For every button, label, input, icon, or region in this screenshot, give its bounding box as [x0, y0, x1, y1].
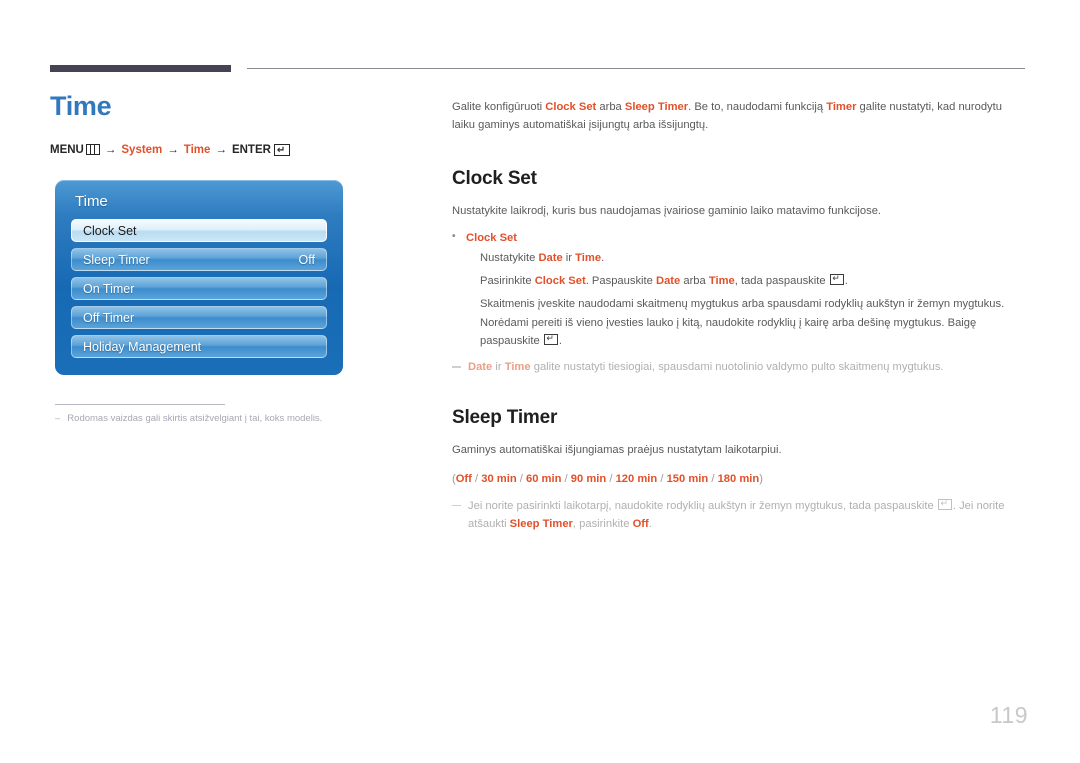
line2-term-date: Date	[655, 275, 681, 288]
note-text-a: Jei norite pasirinkti laikotarpį, naudok…	[468, 499, 937, 512]
osd-row-on-timer[interactable]: On Timer	[71, 277, 327, 300]
option-sep-1: /	[471, 472, 482, 485]
footnote-divider	[55, 404, 225, 405]
osd-row-label: On Timer	[83, 281, 135, 296]
intro-term-timer: Timer	[826, 101, 857, 113]
breadcrumb-item-system: System	[121, 143, 163, 156]
osd-panel-title: Time	[75, 193, 108, 210]
osd-menu-panel: Time Clock Set Sleep Timer Off On Timer …	[55, 180, 343, 375]
breadcrumb-arrow-3: →	[215, 143, 227, 156]
note-term-date: Date	[468, 360, 493, 373]
osd-row-label: Holiday Management	[83, 339, 202, 354]
enter-return-icon: ↵	[937, 498, 952, 510]
note-text-d: , pasirinkite	[572, 517, 633, 530]
clock-set-line-1: Nustatykite Date ir Time.	[480, 249, 1024, 267]
page-number: 119	[989, 702, 1028, 728]
line2-text-h: .	[844, 275, 848, 288]
section-lead-clock-set: Nustatykite laikrodį, kuris bus naudojam…	[452, 205, 882, 218]
enter-return-icon: ↵	[273, 143, 290, 156]
line1-term-time: Time	[575, 252, 602, 265]
line2-text-g: , tada paspauskite	[734, 275, 829, 288]
breadcrumb-arrow-2: →	[167, 143, 179, 156]
bullet-heading-clock-set: Clock Set	[452, 231, 1024, 244]
enter-return-icon: ↵	[543, 333, 558, 345]
option-sep-6: /	[708, 472, 718, 485]
left-footnote: – Rodomas vaizdas gali skirtis atsižvelg…	[55, 412, 385, 426]
breadcrumb-arrow-1: →	[104, 143, 117, 156]
osd-row-label: Sleep Timer	[83, 252, 150, 267]
section-clock-set: Clock Set Nustatykite laikrodį, kuris bu…	[452, 168, 1024, 377]
line1-text-e: .	[601, 252, 605, 265]
bullet-clock-set: Clock Set Nustatykite Date ir Time. Pasi…	[452, 231, 1024, 350]
intro-text-e: . Be to, naudodami funkciją	[688, 101, 827, 113]
note-text-b: ir	[492, 360, 505, 373]
osd-row-clock-set[interactable]: Clock Set	[71, 219, 327, 242]
option-180-min: 180 min	[717, 472, 760, 485]
breadcrumb-menu-label: MENU	[50, 143, 84, 156]
header-rule-thick	[50, 65, 231, 72]
left-column: Time MENU → System → Time → ENTER ↵	[50, 91, 430, 156]
option-30-min: 30 min	[481, 472, 517, 485]
section-heading-sleep-timer: Sleep Timer	[452, 406, 558, 428]
line2-term-time: Time	[708, 275, 735, 288]
section-sleep-timer: Sleep Timer Gaminys automatiškai išjungi…	[452, 407, 1024, 534]
option-sep-2: /	[516, 472, 526, 485]
clock-set-line-2: Pasirinkite Clock Set. Paspauskite Date …	[480, 272, 1024, 290]
line2-term-clock-set: Clock Set	[534, 275, 586, 288]
line2-text-c: . Paspauskite	[585, 275, 656, 288]
breadcrumb: MENU → System → Time → ENTER ↵	[50, 143, 430, 156]
breadcrumb-item-time: Time	[183, 143, 211, 156]
note-term-off: Off	[632, 517, 649, 530]
section-lead-sleep-timer: Gaminys automatiškai išjungiamas praėjus…	[452, 443, 782, 456]
line1-text-a: Nustatykite	[480, 252, 539, 265]
option-120-min: 120 min	[615, 472, 658, 485]
intro-text-a: Galite konfigūruoti	[452, 101, 546, 113]
option-150-min: 150 min	[666, 472, 709, 485]
note-term-time: Time	[504, 360, 531, 373]
option-sep-5: /	[657, 472, 667, 485]
menu-bars-icon	[85, 144, 100, 156]
option-sep-3: /	[561, 472, 571, 485]
osd-row-holiday-management[interactable]: Holiday Management	[71, 335, 327, 358]
intro-paragraph: Galite konfigūruoti Clock Set arba Sleep…	[452, 98, 1024, 134]
osd-row-value: Off	[298, 252, 315, 267]
osd-row-off-timer[interactable]: Off Timer	[71, 306, 327, 329]
breadcrumb-enter-label: ENTER	[231, 143, 271, 156]
page-title: Time	[50, 91, 112, 121]
note-clock-set: Date ir Time galite nustatyti tiesiogiai…	[452, 359, 1024, 377]
sleep-timer-options: (Off / 30 min / 60 min / 90 min / 120 mi…	[452, 471, 1024, 489]
note-text-d: galite nustatyti tiesiogiai, spausdami n…	[530, 360, 944, 373]
note-text-f: .	[648, 517, 652, 530]
footnote-text: Rodomas vaizdas gali skirtis atsižvelgia…	[67, 413, 323, 424]
footnote-dash: –	[55, 413, 61, 424]
osd-row-label: Clock Set	[83, 223, 137, 238]
option-90-min: 90 min	[570, 472, 607, 485]
osd-row-label: Off Timer	[83, 310, 135, 325]
enter-return-icon: ↵	[829, 274, 844, 286]
osd-row-sleep-timer[interactable]: Sleep Timer Off	[71, 248, 327, 271]
options-close-paren: )	[759, 472, 763, 485]
line1-term-date: Date	[538, 252, 563, 265]
line2-text-e: arba	[680, 275, 709, 288]
line3-text-b: .	[558, 334, 562, 347]
clock-set-line-3: Skaitmenis įveskite naudodami skaitmenų …	[480, 295, 1024, 349]
intro-term-sleep-timer: Sleep Timer	[624, 101, 689, 113]
line2-text-a: Pasirinkite	[480, 275, 535, 288]
bullet-body-clock-set: Nustatykite Date ir Time. Pasirinkite Cl…	[466, 249, 1024, 350]
intro-term-clock-set: Clock Set	[545, 101, 597, 113]
section-heading-clock-set: Clock Set	[452, 168, 537, 190]
note-sleep-timer: Jei norite pasirinkti laikotarpį, naudok…	[452, 498, 1024, 534]
option-60-min: 60 min	[526, 472, 562, 485]
option-off: Off	[455, 472, 472, 485]
header-rule-thin	[247, 68, 1025, 69]
note-term-sleep-timer: Sleep Timer	[509, 517, 573, 530]
option-sep-4: /	[606, 472, 616, 485]
right-column: Galite konfigūruoti Clock Set arba Sleep…	[452, 98, 1024, 564]
line1-text-c: ir	[562, 252, 576, 265]
intro-text-c: arba	[596, 101, 625, 113]
